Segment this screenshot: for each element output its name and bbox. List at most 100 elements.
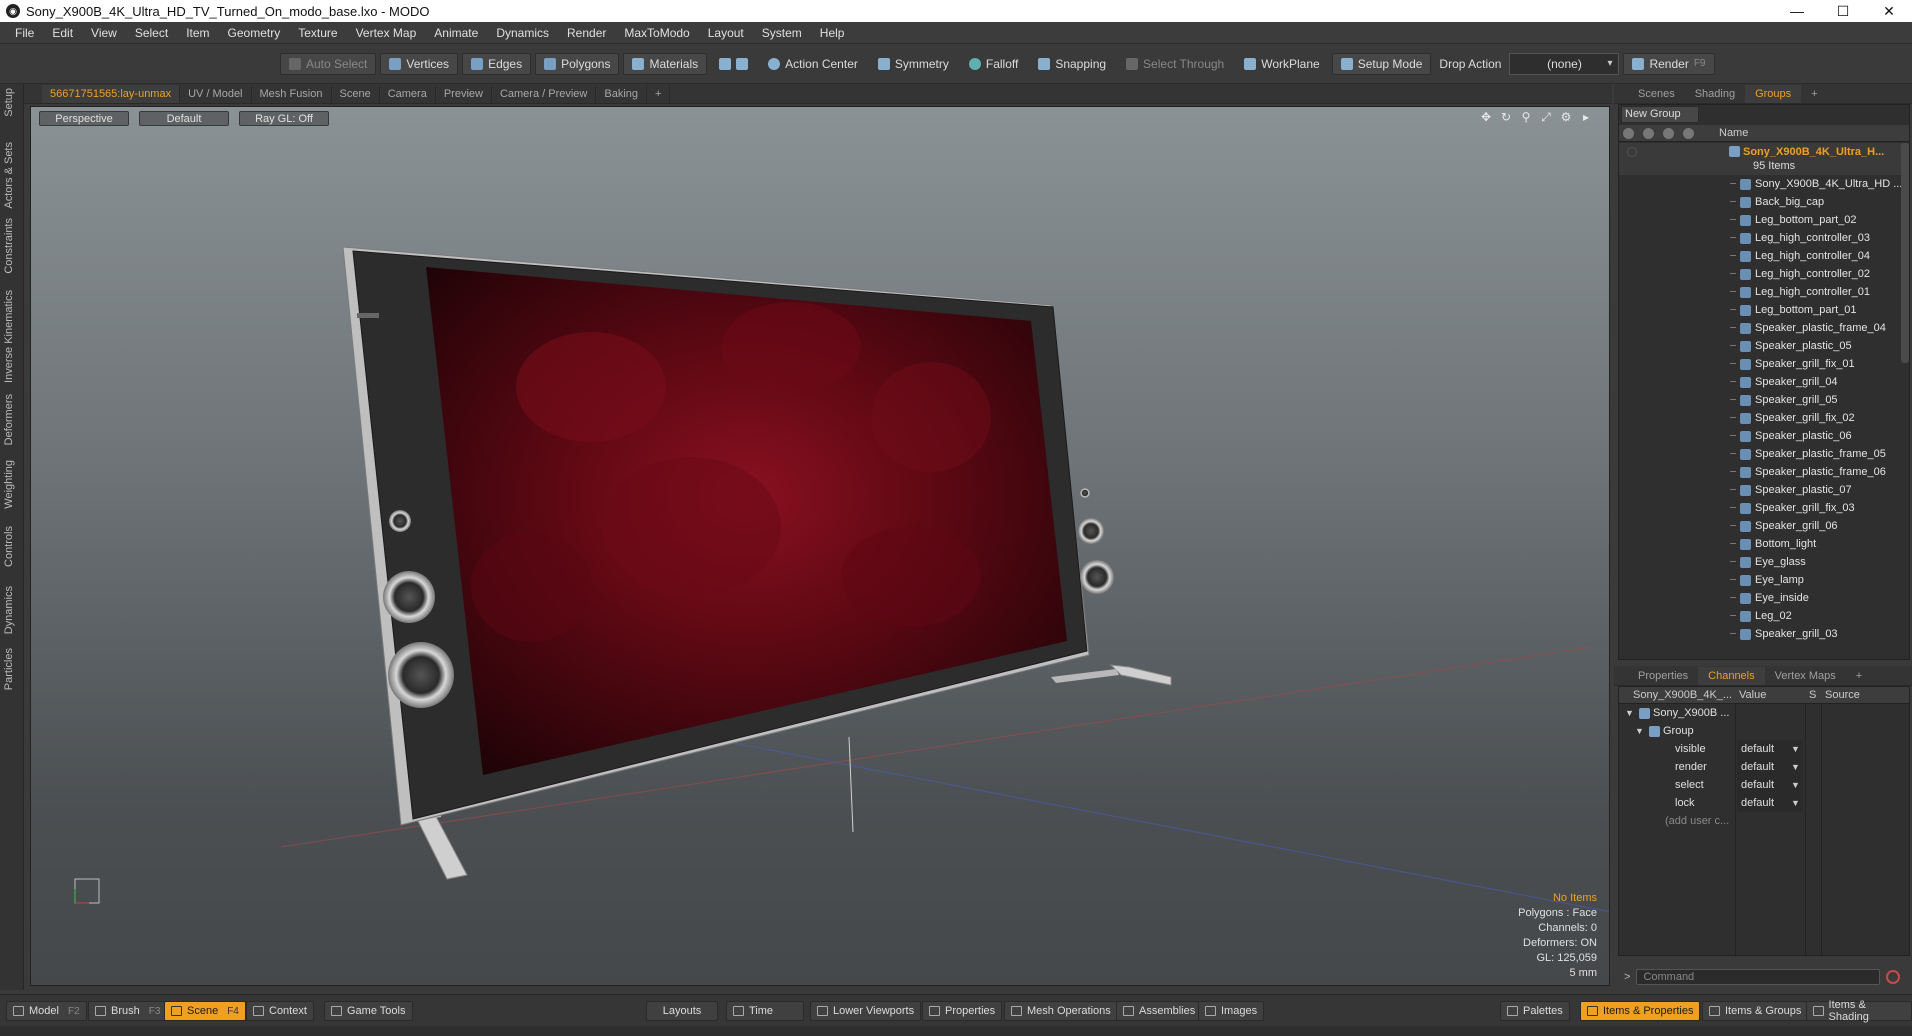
tab-groups[interactable]: Groups [1745, 84, 1802, 103]
group-item-row[interactable]: Speaker_grill_03 [1619, 625, 1909, 643]
mesh-operations-button[interactable]: Mesh Operations [1004, 1001, 1118, 1021]
menu-edit[interactable]: Edit [43, 22, 82, 44]
group-item-row[interactable]: Speaker_plastic_frame_04 [1619, 319, 1909, 337]
expand-arrow-icon[interactable]: ▼ [1625, 704, 1634, 722]
layout-context-button[interactable]: Context [246, 1001, 314, 1021]
select-through-button[interactable]: Select Through [1118, 53, 1232, 75]
menu-select[interactable]: Select [126, 22, 177, 44]
channel-row[interactable]: select default ▼ [1619, 776, 1909, 794]
tab-scenes[interactable]: Scenes [1628, 85, 1685, 103]
tab-channels[interactable]: Channels [1698, 666, 1765, 685]
tab-vertex-maps[interactable]: Vertex Maps [1765, 667, 1846, 685]
fit-icon[interactable]: ⤢ [1539, 110, 1553, 124]
group-item-row[interactable]: Leg_02 [1619, 607, 1909, 625]
tab-shading[interactable]: Shading [1685, 85, 1745, 103]
falloff-button[interactable]: Falloff [961, 53, 1026, 75]
pan-icon[interactable]: ✥ [1479, 110, 1493, 124]
layout-brush-button[interactable]: Brush F3 [88, 1001, 168, 1021]
menu-system[interactable]: System [753, 22, 811, 44]
group-item-row[interactable]: Sony_X900B_4K_Ultra_HD ... [1619, 175, 1909, 193]
group-item-row[interactable]: Leg_high_controller_02 [1619, 265, 1909, 283]
materials-button[interactable]: Materials [623, 52, 708, 75]
group-item-row[interactable]: Leg_bottom_part_02 [1619, 211, 1909, 229]
render-column-icon[interactable] [1643, 128, 1654, 139]
tab-properties[interactable]: Properties [1628, 667, 1698, 685]
tab-add-panel[interactable]: + [1801, 85, 1827, 103]
group-item-row[interactable]: Leg_bottom_part_01 [1619, 301, 1909, 319]
properties-button[interactable]: Properties [922, 1001, 1003, 1021]
edges-button[interactable]: Edges [462, 52, 532, 75]
assemblies-button[interactable]: Assemblies [1116, 1001, 1203, 1021]
group-item-row[interactable]: Speaker_grill_fix_01 [1619, 355, 1909, 373]
group-item-row[interactable]: Speaker_plastic_05 [1619, 337, 1909, 355]
palettes-button[interactable]: Palettes [1500, 1001, 1570, 1021]
group-item-row[interactable]: Speaker_grill_04 [1619, 373, 1909, 391]
menu-view[interactable]: View [82, 22, 126, 44]
menu-render[interactable]: Render [558, 22, 615, 44]
action-center-button[interactable]: Action Center [760, 53, 866, 75]
menu-file[interactable]: File [6, 22, 43, 44]
select-column-icon[interactable] [1683, 128, 1694, 139]
viewport-more-icon[interactable]: ▸ [1579, 110, 1593, 124]
dropdown-arrow-icon[interactable]: ▼ [1791, 794, 1800, 812]
layout-scene-button[interactable]: Scene F4 [164, 1001, 246, 1021]
vtab-controls[interactable]: Controls [3, 526, 21, 567]
close-button[interactable]: ✕ [1866, 0, 1912, 22]
raygl-button[interactable]: Ray GL: Off [239, 110, 329, 126]
menu-item[interactable]: Item [177, 22, 218, 44]
tab-add-sub-panel[interactable]: + [1846, 667, 1872, 685]
vtab-constraints[interactable]: Constraints [3, 218, 21, 274]
visibility-column-icon[interactable] [1623, 128, 1634, 139]
tab-add[interactable]: + [647, 84, 671, 103]
maximize-button[interactable]: ☐ [1820, 0, 1866, 22]
channel-row[interactable]: render default ▼ [1619, 758, 1909, 776]
auto-select-button[interactable]: Auto Select [280, 52, 377, 75]
group-item-row[interactable]: Back_big_cap [1619, 193, 1909, 211]
group-item-row[interactable]: Bottom_light [1619, 535, 1909, 553]
tab-scene[interactable]: Scene [332, 84, 380, 103]
tab-mesh-fusion[interactable]: Mesh Fusion [252, 84, 332, 103]
lock-column-icon[interactable] [1663, 128, 1674, 139]
minimize-button[interactable]: — [1774, 0, 1820, 22]
lower-viewports-button[interactable]: Lower Viewports [810, 1001, 922, 1021]
record-icon[interactable] [1886, 970, 1901, 984]
group-item-row[interactable]: Speaker_plastic_frame_06 [1619, 463, 1909, 481]
menu-texture[interactable]: Texture [289, 22, 346, 44]
tab-lay-unmax[interactable]: 56671751565:lay-unmax [42, 84, 181, 103]
tab-camera[interactable]: Camera [380, 84, 436, 103]
dropdown-arrow-icon[interactable]: ▼ [1791, 758, 1800, 776]
dropdown-arrow-icon[interactable]: ▼ [1791, 776, 1800, 794]
channel-row[interactable]: lock default ▼ [1619, 794, 1909, 812]
rotate-icon[interactable]: ↻ [1499, 110, 1513, 124]
group-item-row[interactable]: Speaker_plastic_frame_05 [1619, 445, 1909, 463]
items-groups-button[interactable]: Items & Groups [1702, 1001, 1809, 1021]
time-button[interactable]: Time [726, 1001, 804, 1021]
items-shading-button[interactable]: Items & Shading [1806, 999, 1912, 1023]
drop-action-select[interactable]: (none) [1509, 52, 1620, 75]
add-user-channel-row[interactable]: (add user c... [1619, 812, 1909, 830]
vtab-setup[interactable]: Setup [3, 88, 21, 117]
menu-dynamics[interactable]: Dynamics [487, 22, 558, 44]
group-item-row[interactable]: Eye_inside [1619, 589, 1909, 607]
zoom-icon[interactable]: ⚲ [1519, 110, 1533, 124]
channels-group-row[interactable]: ▼ Group [1619, 722, 1909, 740]
group-item-row[interactable]: Speaker_grill_06 [1619, 517, 1909, 535]
command-input[interactable]: Command [1636, 969, 1881, 985]
vertices-button[interactable]: Vertices [380, 52, 459, 75]
snapping-button[interactable]: Snapping [1030, 53, 1114, 75]
vtab-weighting[interactable]: Weighting [3, 460, 21, 509]
vtab-inverse-kinematics[interactable]: Inverse Kinematics [3, 290, 21, 383]
shading-default-button[interactable]: Default [139, 110, 229, 126]
group-item-row[interactable]: Eye_glass [1619, 553, 1909, 571]
layouts-button[interactable]: Layouts [646, 1001, 718, 1021]
group-item-row[interactable]: Speaker_grill_fix_03 [1619, 499, 1909, 517]
menu-geometry[interactable]: Geometry [219, 22, 290, 44]
items-properties-button[interactable]: Items & Properties [1580, 1001, 1701, 1021]
group-item-row[interactable]: Leg_high_controller_01 [1619, 283, 1909, 301]
group-item-row[interactable]: Eye_lamp [1619, 571, 1909, 589]
vtab-deformers[interactable]: Deformers [3, 394, 21, 445]
tab-uv-model[interactable]: UV / Model [180, 84, 252, 103]
3d-viewport[interactable]: Perspective Default Ray GL: Off ✥ ↻ ⚲ ⤢ … [30, 106, 1610, 986]
group-item-row[interactable]: Speaker_plastic_06 [1619, 427, 1909, 445]
group-item-row[interactable]: Leg_high_controller_04 [1619, 247, 1909, 265]
